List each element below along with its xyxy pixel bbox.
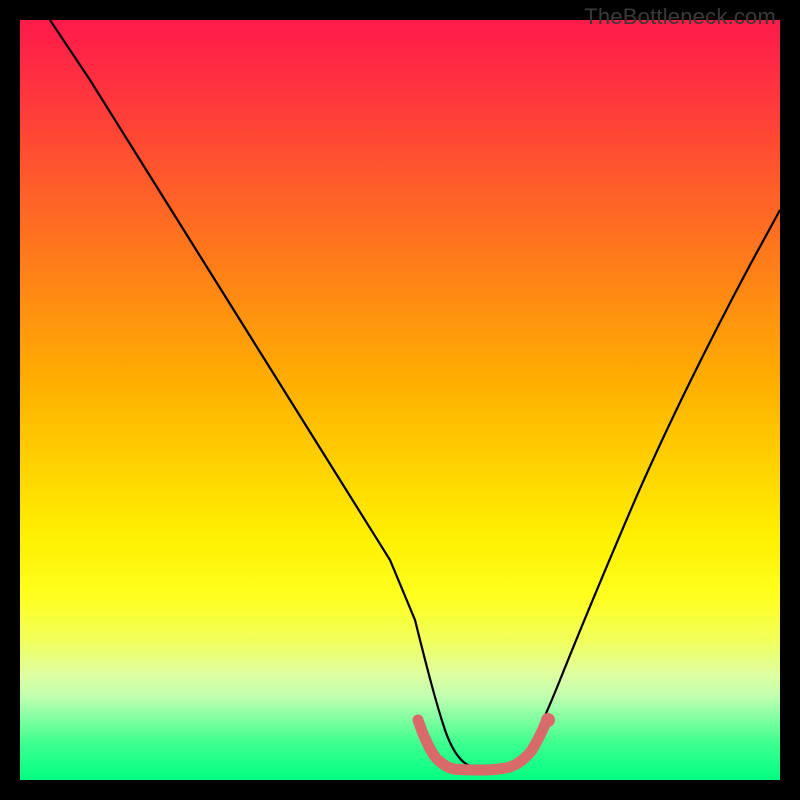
watermark-text: TheBottleneck.com [584,4,776,30]
flat-region-segment [418,720,546,770]
chart-overlay [20,20,780,780]
bottleneck-curve [50,20,780,769]
flat-region-end-dot [541,713,555,727]
chart-container: TheBottleneck.com [0,0,800,800]
